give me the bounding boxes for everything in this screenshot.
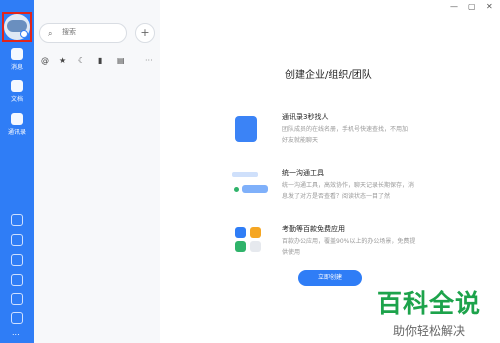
contacts-card-icon bbox=[235, 116, 257, 142]
watermark: 百科全说 助你轻松解决 bbox=[377, 284, 481, 339]
sidebar-item-messages[interactable]: 消息 bbox=[0, 48, 34, 71]
sidebar-item-documents[interactable]: 文档 bbox=[0, 80, 34, 103]
todo-icon[interactable] bbox=[11, 234, 23, 246]
contacts-icon bbox=[11, 113, 23, 125]
page-title: 创建企业/组织/团队 bbox=[285, 70, 372, 81]
feature-desc-line: 息发了对方是否查看？阅读状态一目了然 bbox=[282, 193, 391, 200]
create-now-button[interactable]: 立即创建 bbox=[298, 270, 362, 286]
message-icon bbox=[11, 48, 23, 60]
close-button[interactable]: ✕ bbox=[486, 2, 493, 11]
watermark-sub-text: 助你轻松解决 bbox=[393, 324, 466, 338]
mention-icon[interactable]: @ bbox=[41, 56, 49, 65]
app-grid-icon-blue bbox=[235, 227, 246, 238]
feature-title: 通讯录3秒找人 bbox=[282, 113, 329, 121]
search-input[interactable] bbox=[60, 27, 124, 37]
feature-desc-line: 好友就能聊天 bbox=[282, 137, 319, 144]
maximize-button[interactable]: ▢ bbox=[468, 2, 476, 11]
add-button[interactable]: + bbox=[135, 23, 155, 43]
more-filters-icon[interactable]: ··· bbox=[145, 56, 153, 65]
mail-icon[interactable] bbox=[11, 293, 23, 305]
app-grid-icon-orange bbox=[250, 227, 261, 238]
doc-filter-icon[interactable]: ▮ bbox=[98, 56, 102, 65]
feature-desc-line: 统一沟通工具，高效协作，聊天记录长期保存，消 bbox=[282, 182, 415, 189]
document-icon bbox=[11, 80, 23, 92]
sidebar-item-label: 消息 bbox=[10, 64, 23, 71]
phone-icon[interactable] bbox=[11, 274, 23, 286]
feature-desc-line: 供使用 bbox=[282, 249, 301, 256]
search-box[interactable]: ⌕ bbox=[39, 23, 127, 43]
feature-title: 考勤等百款免费应用 bbox=[282, 225, 345, 233]
file-filter-icon[interactable]: ▤ bbox=[117, 56, 125, 65]
minimize-button[interactable]: — bbox=[450, 2, 458, 11]
watermark-main-text: 百科全说 bbox=[377, 289, 482, 318]
settings-icon[interactable] bbox=[11, 312, 23, 324]
conversation-list-panel: ⌕ + @ ★ ☾ ▮ ▤ ··· bbox=[34, 0, 161, 343]
avatar-highlight-box bbox=[2, 12, 32, 42]
moon-icon[interactable]: ☾ bbox=[78, 56, 85, 65]
workspace-icon[interactable] bbox=[11, 214, 23, 226]
feature-desc-line: 百款办公应用，覆盖90%以上的办公场景，免费提 bbox=[282, 238, 416, 245]
lightning-icon[interactable] bbox=[11, 254, 23, 266]
chat-bubble-icon bbox=[232, 172, 258, 177]
app-grid-icon-green bbox=[235, 241, 246, 252]
app-grid-icon-more bbox=[250, 241, 261, 252]
filter-row: @ ★ ☾ ▮ ▤ ··· bbox=[39, 56, 154, 68]
more-icon[interactable]: ... bbox=[12, 328, 20, 337]
sidebar-item-label: 通讯录 bbox=[7, 129, 26, 136]
feature-title: 统一沟通工具 bbox=[282, 169, 324, 177]
search-icon: ⌕ bbox=[48, 29, 53, 38]
message-bar-icon bbox=[242, 185, 268, 193]
feature-desc-line: 团队成员的在线名册，手机号快速查找，不用加 bbox=[282, 126, 409, 133]
online-dot-icon bbox=[234, 187, 239, 192]
star-icon[interactable]: ★ bbox=[59, 56, 66, 65]
sidebar-item-contacts[interactable]: 通讯录 bbox=[0, 113, 34, 136]
sidebar: 消息 文档 通讯录 ... bbox=[0, 0, 34, 343]
sidebar-item-label: 文档 bbox=[10, 96, 23, 103]
